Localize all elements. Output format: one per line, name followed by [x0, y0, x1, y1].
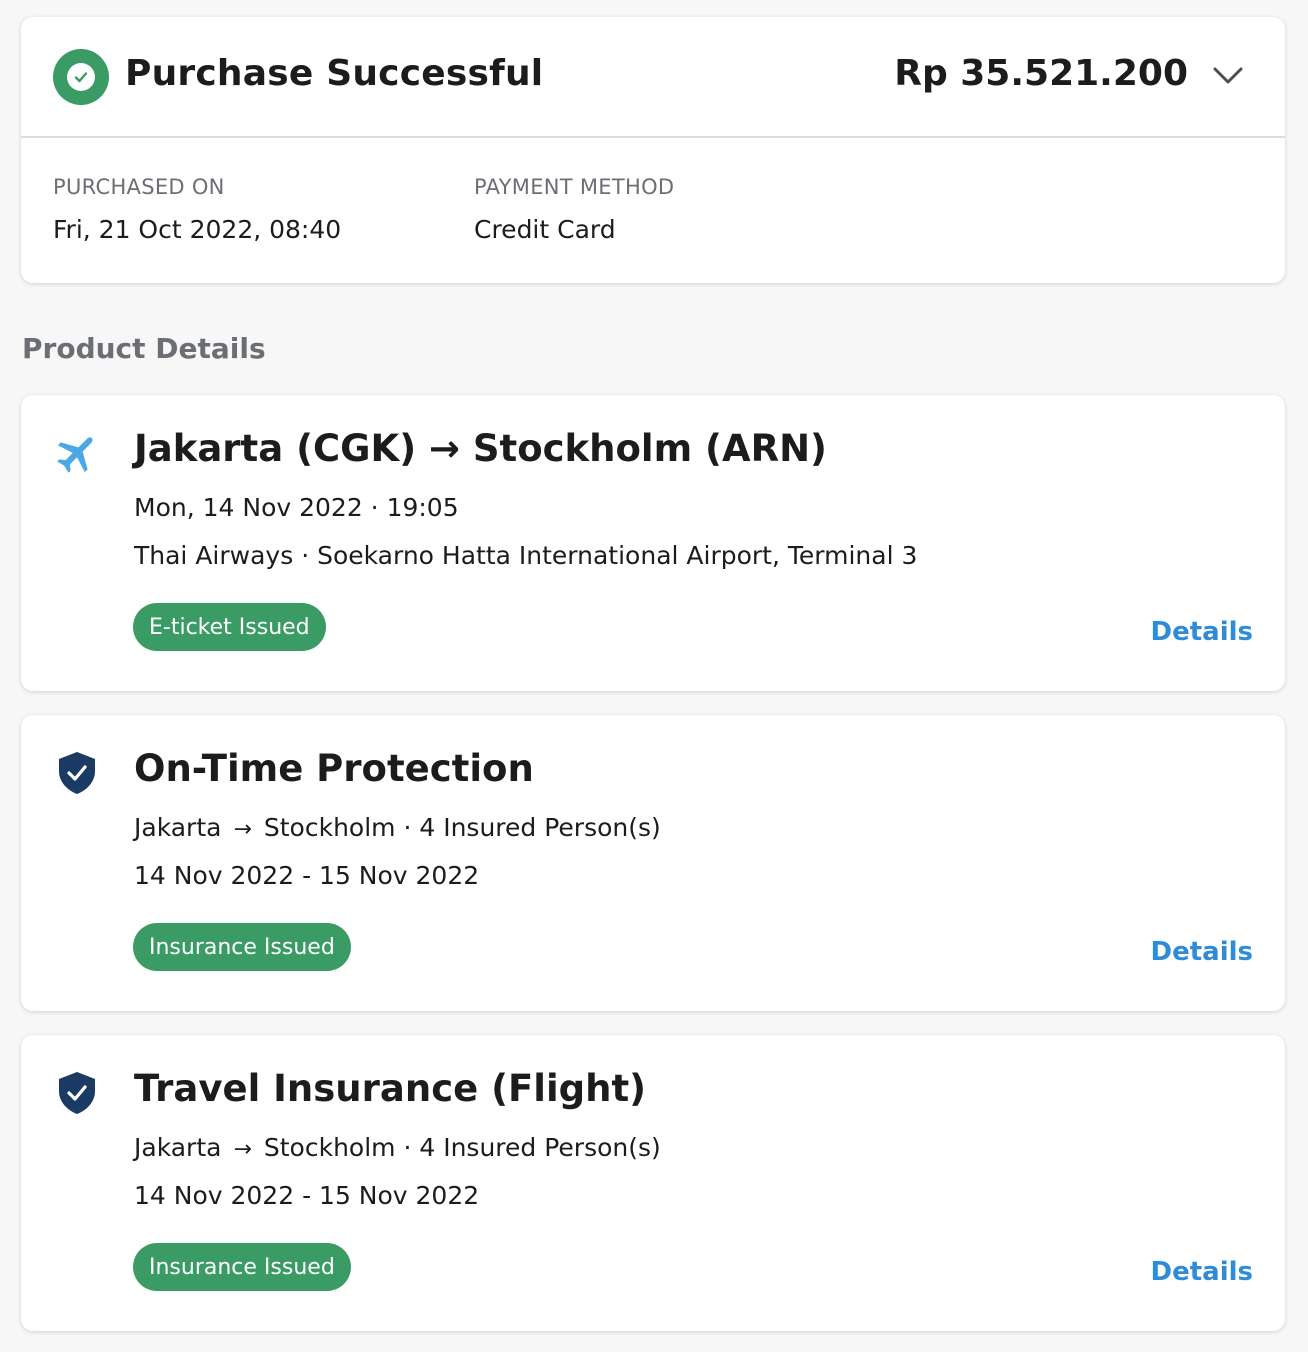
status-badge: Insurance Issued: [133, 1243, 351, 1291]
total-price: Rp 35.521.200: [894, 53, 1188, 94]
success-check-icon: [53, 49, 109, 105]
insured-route: Jakarta → Stockholm · 4 Insured Person(s): [134, 813, 661, 842]
route-origin: Jakarta: [134, 1133, 222, 1162]
product-title: Travel Insurance (Flight): [134, 1067, 647, 1110]
purchased-on-label: PURCHASED ON: [53, 175, 225, 199]
product-title: On-Time Protection: [134, 747, 534, 790]
summary-header[interactable]: Purchase Successful Rp 35.521.200: [21, 17, 1285, 138]
travel-insurance-details-link[interactable]: Details: [1151, 1257, 1254, 1287]
status-badge: Insurance Issued: [133, 923, 351, 971]
shield-check-icon: [53, 749, 101, 797]
payment-method-value: Credit Card: [474, 215, 616, 244]
travel-insurance-card: Travel Insurance (Flight) Jakarta → Stockh…: [21, 1035, 1285, 1331]
arrow-right-icon: →: [233, 817, 252, 842]
on-time-protection-card: On-Time Protection Jakarta → Stockholm · 4…: [21, 715, 1285, 1011]
flight-route-title: Jakarta (CGK) → Stockholm (ARN): [134, 427, 827, 470]
on-time-protection-details-link[interactable]: Details: [1151, 937, 1254, 967]
purchase-summary-card: Purchase Successful Rp 35.521.200 PURCHA…: [21, 17, 1285, 283]
status-badge: E-ticket Issued: [133, 603, 326, 651]
arrow-right-icon: →: [233, 1137, 252, 1162]
insured-route: Jakarta → Stockholm · 4 Insured Person(s): [134, 1133, 661, 1162]
product-details-heading: Product Details: [22, 332, 266, 365]
coverage-dates: 14 Nov 2022 - 15 Nov 2022: [134, 861, 480, 890]
flight-details-link[interactable]: Details: [1151, 617, 1254, 647]
chevron-down-icon[interactable]: [1211, 63, 1245, 89]
route-destination-persons: Stockholm · 4 Insured Person(s): [263, 813, 661, 842]
payment-method-label: PAYMENT METHOD: [474, 175, 675, 199]
shield-check-icon: [53, 1069, 101, 1117]
route-origin: Jakarta: [134, 813, 222, 842]
airplane-icon: [53, 429, 101, 477]
flight-departure-time: Mon, 14 Nov 2022 · 19:05: [134, 493, 459, 522]
flight-product-card: Jakarta (CGK) → Stockholm (ARN) Mon, 14 …: [21, 395, 1285, 691]
flight-airline-airport: Thai Airways · Soekarno Hatta Internatio…: [134, 541, 918, 570]
purchased-on-value: Fri, 21 Oct 2022, 08:40: [53, 215, 342, 244]
purchase-status-title: Purchase Successful: [125, 53, 544, 94]
route-destination-persons: Stockholm · 4 Insured Person(s): [263, 1133, 661, 1162]
coverage-dates: 14 Nov 2022 - 15 Nov 2022: [134, 1181, 480, 1210]
